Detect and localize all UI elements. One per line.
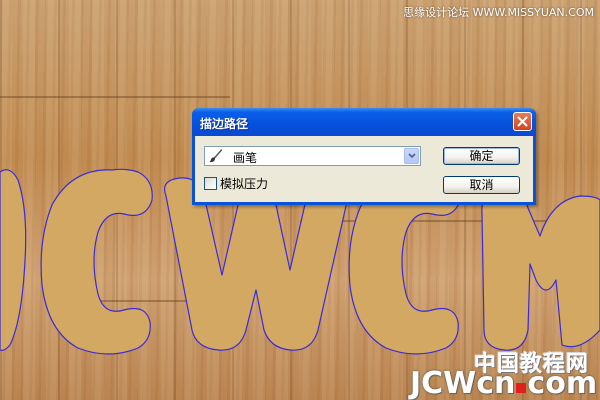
- letter-c-shape: [40, 168, 153, 355]
- logo-english: JCWcn com: [410, 366, 597, 400]
- letter-j-shape: [0, 169, 27, 352]
- tool-select-value: 画笔: [233, 151, 258, 165]
- logo-english-part2: com: [527, 366, 598, 400]
- brush-icon: [209, 149, 223, 163]
- logo-english-part1: JCWcn: [410, 366, 516, 400]
- simulate-pressure-checkbox[interactable]: [204, 177, 217, 190]
- chevron-down-icon: [408, 153, 416, 159]
- dialog-body: 画笔 模拟压力 确定 取消: [195, 136, 533, 202]
- simulate-pressure-label[interactable]: 模拟压力: [220, 175, 268, 192]
- dialog-title-bar[interactable]: 描边路径: [192, 108, 536, 136]
- tool-select[interactable]: 画笔: [204, 146, 421, 166]
- dropdown-button[interactable]: [404, 148, 419, 164]
- watermark-top-right: 思缘设计论坛 WWW.MISSYUAN.COM: [403, 6, 594, 19]
- ok-button[interactable]: 确定: [443, 147, 520, 165]
- cancel-button[interactable]: 取消: [443, 176, 520, 194]
- letter-n-shape: [481, 189, 600, 351]
- close-button[interactable]: [513, 112, 532, 131]
- logo-dot-icon: [516, 383, 527, 393]
- close-icon: [517, 116, 528, 127]
- dialog-title: 描边路径: [200, 117, 249, 131]
- stroke-path-dialog: 描边路径 画笔 模拟压力 确定 取消: [192, 108, 536, 205]
